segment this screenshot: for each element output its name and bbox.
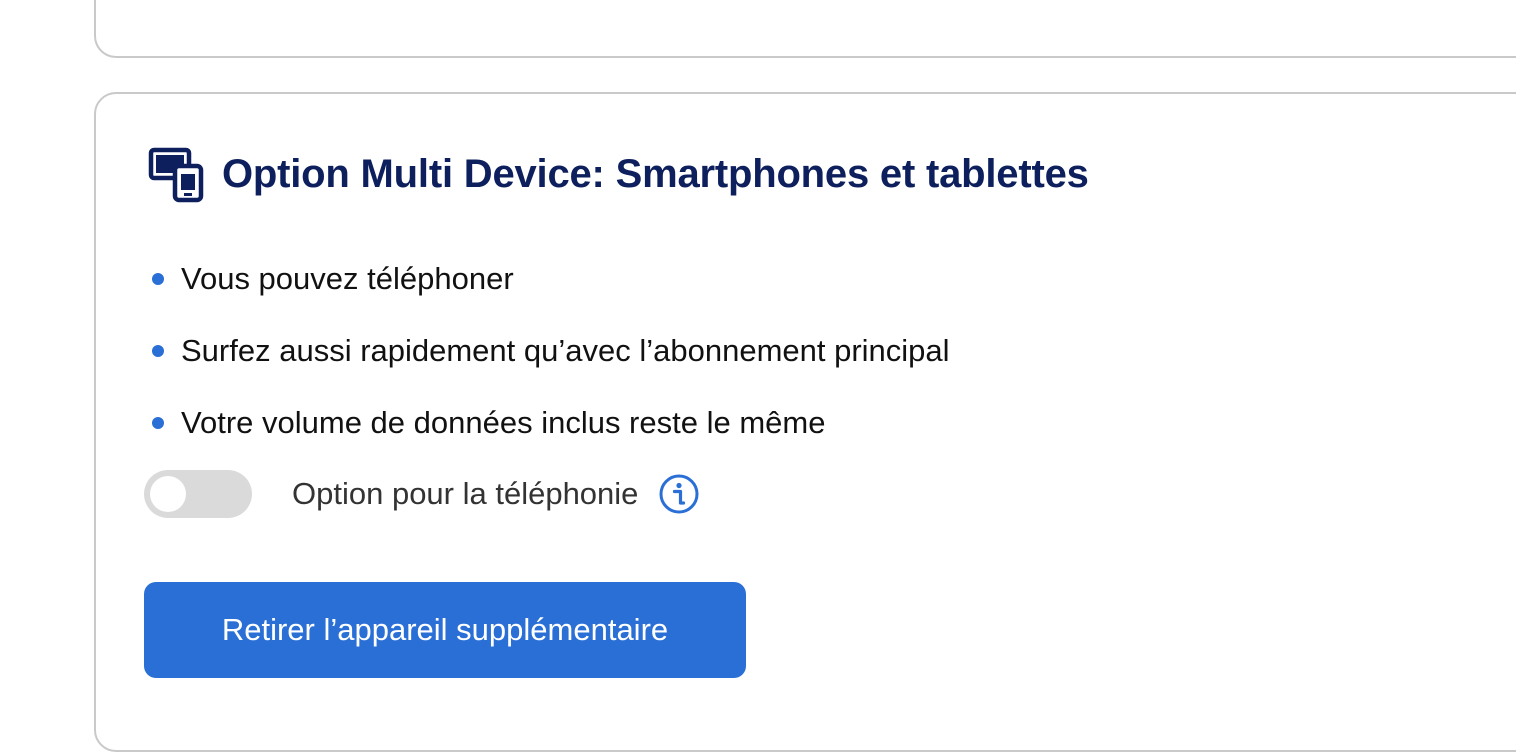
bullet-icon	[152, 417, 164, 429]
list-item: Votre volume de données inclus reste le …	[148, 398, 950, 448]
telephony-option-row: Option pour la téléphonie	[144, 468, 700, 520]
section-header: Option Multi Device: Smartphones et tabl…	[148, 144, 1089, 204]
bullet-icon	[152, 345, 164, 357]
feature-text: Votre volume de données inclus reste le …	[181, 405, 826, 440]
telephony-toggle[interactable]	[144, 470, 252, 518]
list-item: Vous pouvez téléphoner	[148, 254, 950, 304]
toggle-knob	[150, 476, 186, 512]
feature-text: Surfez aussi rapidement qu’avec l’abonne…	[181, 333, 950, 368]
remove-device-button[interactable]: Retirer l’appareil supplémentaire	[144, 582, 746, 678]
multi-device-icon	[148, 145, 206, 203]
info-icon[interactable]	[658, 473, 700, 515]
previous-card	[94, 0, 1516, 58]
feature-list: Vous pouvez téléphoner Surfez aussi rapi…	[148, 254, 950, 470]
toggle-label: Option pour la téléphonie	[292, 476, 639, 511]
list-item: Surfez aussi rapidement qu’avec l’abonne…	[148, 326, 950, 376]
feature-text: Vous pouvez téléphoner	[181, 261, 514, 296]
section-title: Option Multi Device: Smartphones et tabl…	[222, 151, 1089, 196]
bullet-icon	[152, 273, 164, 285]
